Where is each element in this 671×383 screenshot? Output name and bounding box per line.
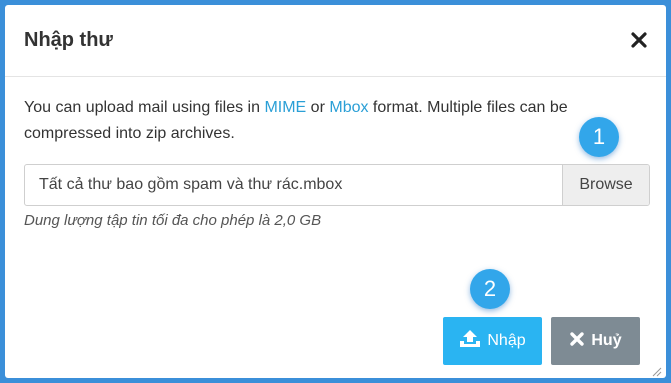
max-size-hint: Dung lượng tập tin tối đa cho phép là 2,… <box>24 212 322 229</box>
mbox-link[interactable]: Mbox <box>329 99 368 116</box>
intro-text: You can upload mail using files in MIME … <box>24 95 634 147</box>
intro-text-part1: You can upload mail using files in <box>24 99 265 116</box>
file-upload-field: Tất cả thư bao gồm spam và thư rác.mbox … <box>24 164 650 206</box>
close-button[interactable] <box>628 29 650 51</box>
import-mail-dialog: Nhập thư You can upload mail using files… <box>5 5 666 378</box>
dialog-header: Nhập thư <box>5 5 666 77</box>
step-badge-2: 2 <box>470 269 510 309</box>
dialog-title: Nhập thư <box>24 29 113 51</box>
cancel-button-label: Huỷ <box>591 332 622 349</box>
upload-icon <box>459 329 481 354</box>
x-icon <box>569 331 585 352</box>
step-badge-1: 1 <box>579 117 619 157</box>
resize-handle[interactable] <box>652 364 662 377</box>
close-icon <box>631 32 647 48</box>
import-button[interactable]: Nhập <box>443 317 542 365</box>
resize-handle-icon <box>652 367 662 377</box>
browse-button[interactable]: Browse <box>562 165 649 205</box>
intro-text-part2: or <box>306 99 330 116</box>
mime-link[interactable]: MIME <box>264 99 306 116</box>
import-button-label: Nhập <box>487 332 526 349</box>
file-name-input[interactable]: Tất cả thư bao gồm spam và thư rác.mbox <box>25 165 562 205</box>
cancel-button[interactable]: Huỷ <box>551 317 640 365</box>
